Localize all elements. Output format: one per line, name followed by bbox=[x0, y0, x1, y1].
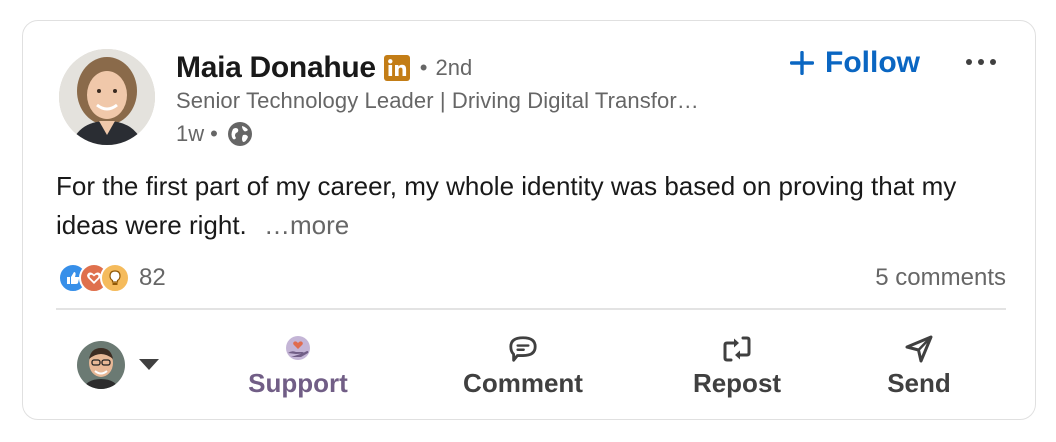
post-actions-bar: Support Comment Repost Send bbox=[23, 321, 1037, 411]
author-headline[interactable]: Senior Technology Leader | Driving Digit… bbox=[176, 88, 699, 114]
author-name-row: Maia Donahue • 2nd bbox=[176, 49, 472, 87]
send-button[interactable]: Send bbox=[879, 329, 959, 403]
repost-button[interactable]: Repost bbox=[685, 329, 789, 403]
post-time: 1w bbox=[176, 121, 205, 146]
follow-button[interactable]: Follow bbox=[789, 43, 920, 83]
reaction-count: 82 bbox=[139, 264, 166, 291]
send-label: Send bbox=[887, 367, 951, 398]
linkedin-badge-icon bbox=[383, 55, 410, 81]
comment-label: Comment bbox=[463, 367, 583, 398]
post-card: Maia Donahue • 2nd Senior Technology Lea… bbox=[22, 20, 1036, 420]
social-counts: 82 5 comments bbox=[58, 261, 1006, 295]
support-label: Support bbox=[248, 367, 348, 398]
send-icon bbox=[904, 334, 934, 364]
follow-label: Follow bbox=[825, 46, 920, 79]
time-separator: • bbox=[210, 121, 218, 146]
post-body: For the first part of my career, my whol… bbox=[56, 167, 996, 245]
author-avatar[interactable] bbox=[59, 49, 155, 145]
reactions-summary[interactable]: 82 bbox=[58, 263, 166, 293]
post-text: For the first part of my career, my whol… bbox=[56, 171, 957, 240]
post-meta: 1w • bbox=[176, 119, 254, 149]
repost-icon bbox=[722, 334, 752, 364]
author-name[interactable]: Maia Donahue bbox=[176, 51, 376, 85]
actions-divider bbox=[56, 308, 1006, 310]
support-icon bbox=[283, 334, 313, 364]
chevron-down-icon bbox=[139, 359, 159, 371]
reaction-identity-selector[interactable] bbox=[77, 341, 159, 389]
support-button[interactable]: Support bbox=[235, 329, 361, 403]
insightful-reaction-icon bbox=[100, 263, 130, 293]
globe-icon bbox=[226, 120, 254, 148]
repost-label: Repost bbox=[692, 367, 782, 398]
comment-button[interactable]: Comment bbox=[451, 329, 595, 403]
comment-icon bbox=[508, 334, 538, 364]
connection-degree: 2nd bbox=[435, 55, 473, 80]
plus-icon bbox=[789, 50, 815, 76]
comments-count-link[interactable]: 5 comments bbox=[875, 264, 1006, 292]
ellipsis-icon bbox=[966, 59, 996, 65]
see-more-link[interactable]: …more bbox=[264, 210, 349, 240]
viewer-avatar bbox=[77, 341, 125, 389]
more-options-button[interactable] bbox=[963, 49, 999, 75]
degree-separator: • bbox=[419, 55, 428, 80]
